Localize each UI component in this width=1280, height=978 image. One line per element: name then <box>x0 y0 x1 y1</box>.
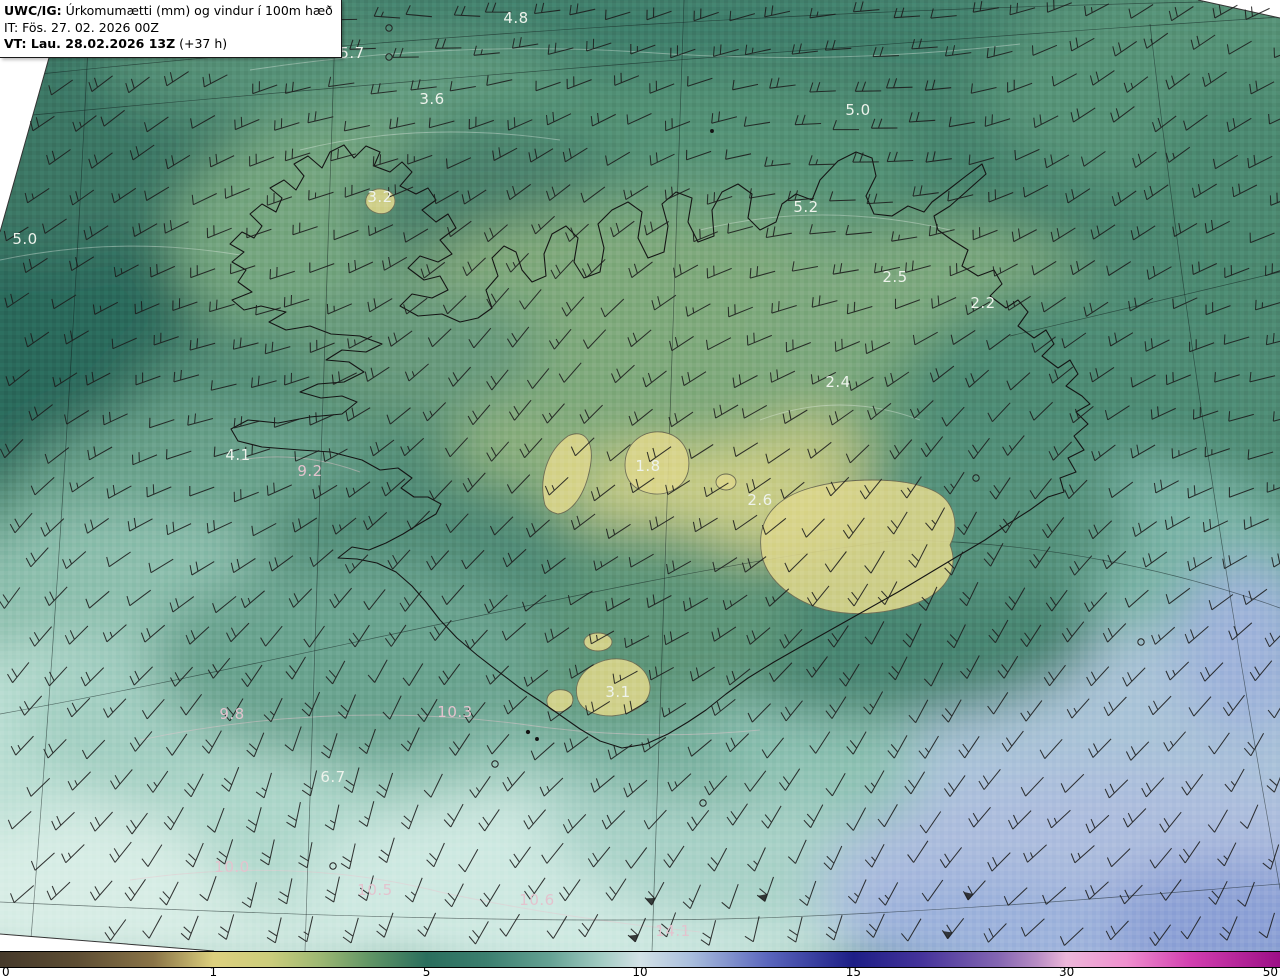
colorbar-tick-label: 15 <box>845 965 862 978</box>
colorbar-tick-label: 10 <box>632 965 648 978</box>
colorbar-tick-label: 30 <box>1058 965 1075 978</box>
colorbar-tick-labels: 0 1 5 10 15 30 50 <box>0 965 1280 978</box>
product-description: Úrkomumætti (mm) og vindur í 100m hæð <box>61 3 333 18</box>
map-canvas <box>0 0 1280 951</box>
colorbar-tick-label: 50 <box>1262 965 1278 978</box>
map-area: 4.8 5.7 3.6 5.0 5.0 3.2 5.2 2.5 2.2 2.4 4.1 1.8 2.6 3… <box>0 0 1280 951</box>
lead-time: (+37 h) <box>175 36 228 51</box>
weather-map-page: 4.8 5.7 3.6 5.0 5.0 3.2 5.2 2.5 2.2 2.4 4.1 1.8 2.6 3… <box>0 0 1280 978</box>
title-box: UWC/IG: Úrkomumætti (mm) og vindur í 100… <box>0 0 342 58</box>
product-line: UWC/IG: Úrkomumætti (mm) og vindur í 100… <box>4 3 333 20</box>
valid-time: VT: Lau. 28.02.2026 13Z <box>4 36 176 51</box>
colorbar-tick-label: 5 <box>422 965 431 978</box>
init-time: IT: Fös. 27. 02. 2026 00Z <box>4 19 159 35</box>
colorbar-tick-label: 1 <box>209 965 218 978</box>
product-code: UWC/IG: <box>4 3 62 18</box>
colorbar-tick-label: 0 <box>2 965 10 978</box>
valid-time-line: VT: Lau. 28.02.2026 13Z (+37 h) <box>4 36 333 53</box>
